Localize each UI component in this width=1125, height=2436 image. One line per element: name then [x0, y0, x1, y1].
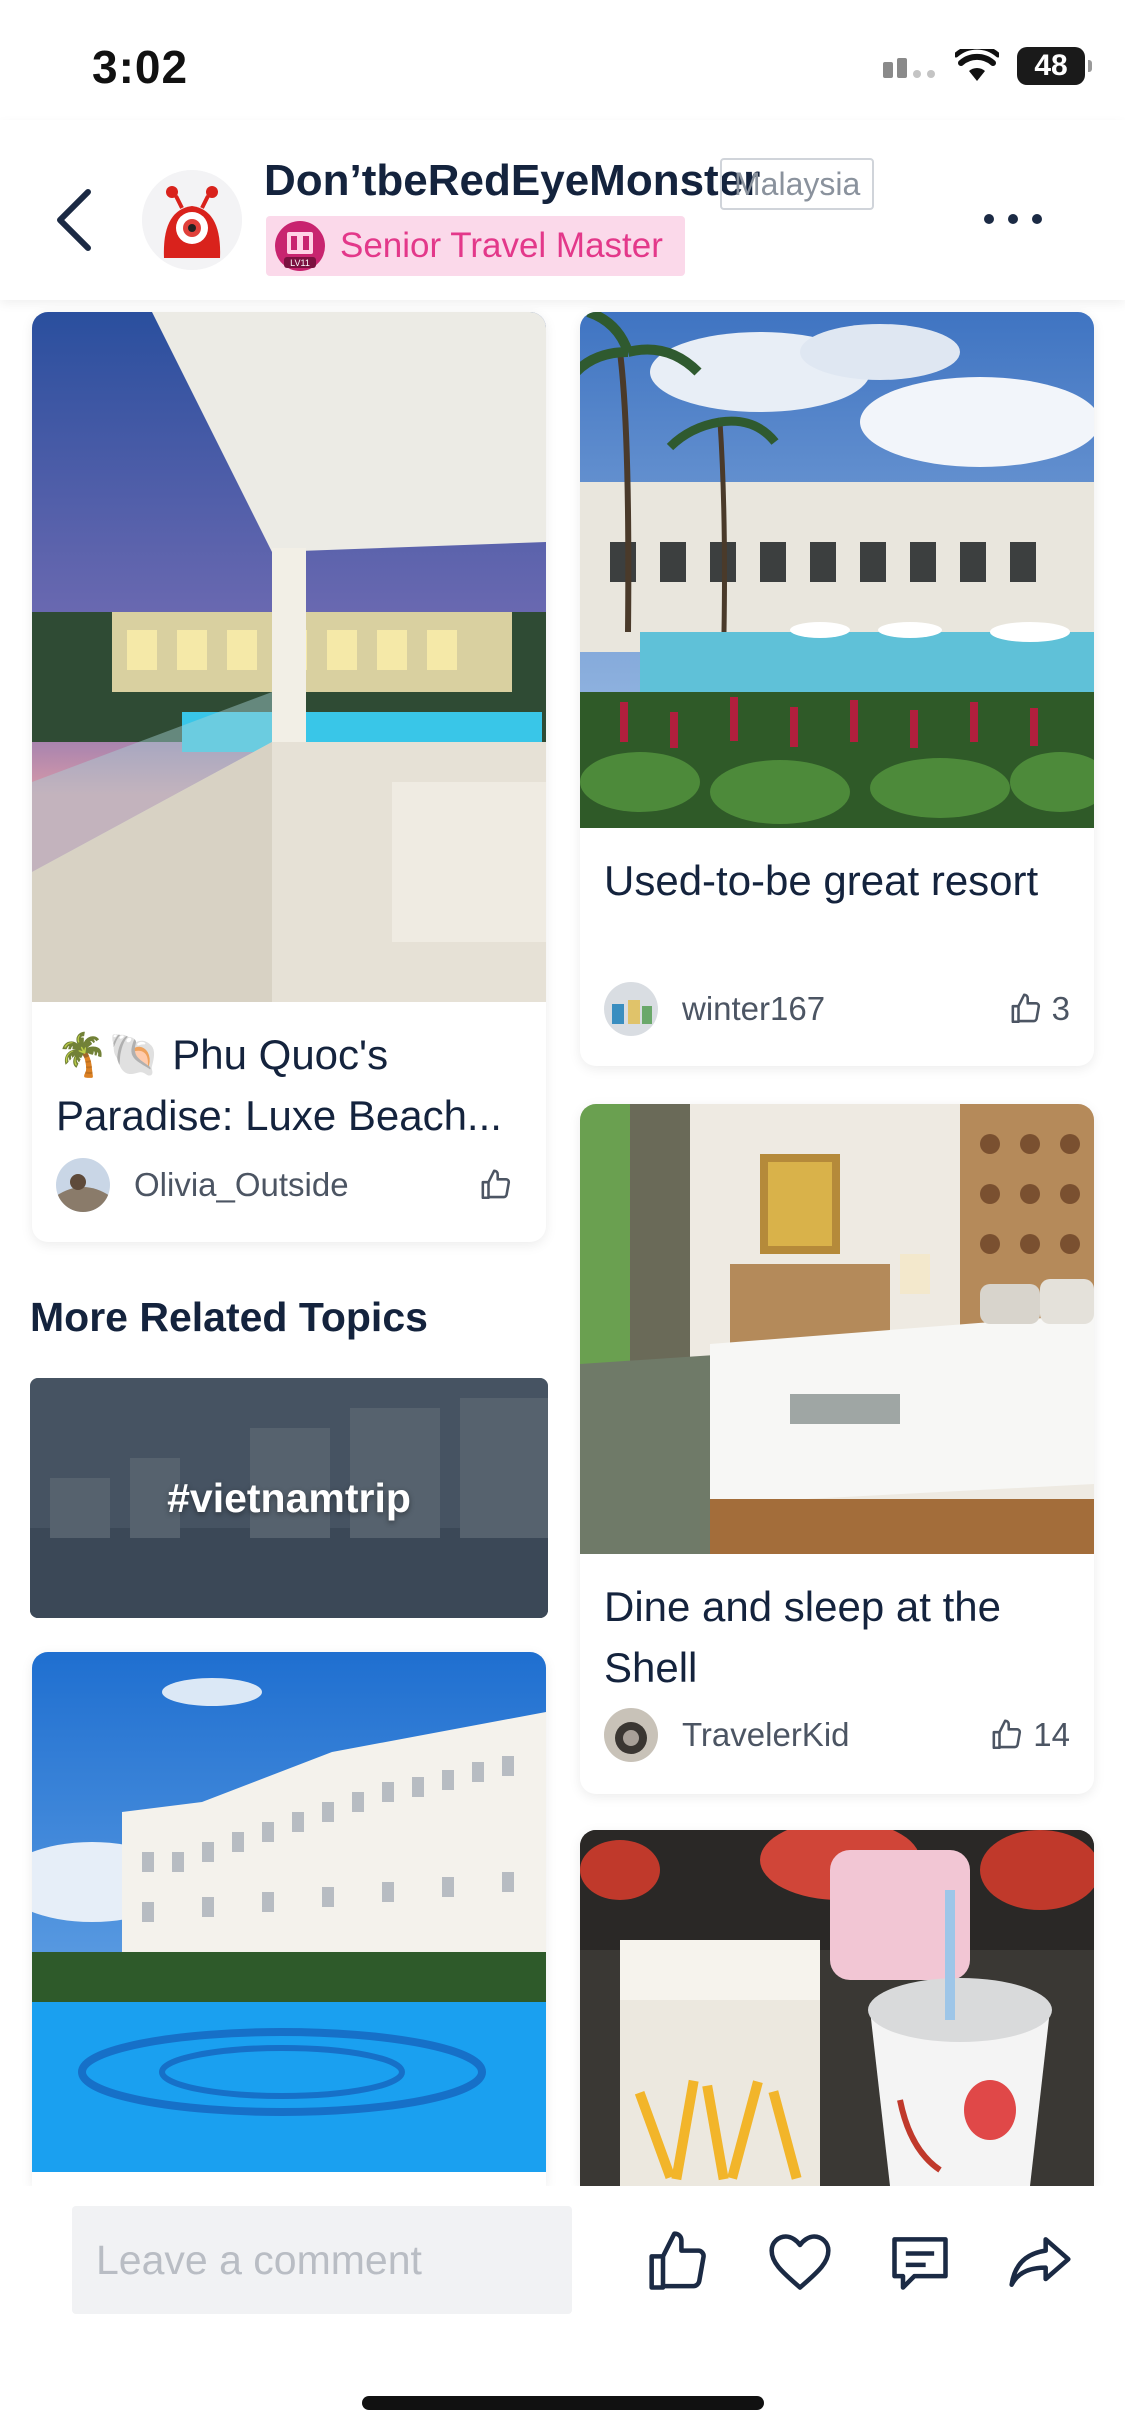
post-footer: TravelerKid 14	[604, 1708, 1070, 1762]
author-name[interactable]: Olivia_Outside	[134, 1166, 349, 1204]
back-button[interactable]	[44, 180, 104, 260]
status-time: 3:02	[92, 41, 189, 93]
post-image-hotel-pool	[32, 1652, 546, 2172]
like-post-button[interactable]	[640, 2222, 720, 2302]
post-title[interactable]: 🌴🐚 Phu Quoc's Paradise: Luxe Beach...	[56, 1024, 522, 1146]
level-badge-icon: LV11	[275, 221, 325, 271]
like-button[interactable]: 14	[991, 1716, 1070, 1754]
like-count: 3	[1051, 990, 1070, 1027]
user-name[interactable]: Don’tbeRedEyeMonster	[264, 156, 760, 206]
profile-header: Don’tbeRedEyeMonster Malaysia LV11 Senio…	[0, 120, 1125, 300]
avatar[interactable]	[142, 170, 242, 270]
chevron-left-icon	[57, 189, 91, 251]
like-button[interactable]	[480, 1168, 522, 1202]
thumbs-up-icon	[481, 1169, 511, 1200]
author-name[interactable]: winter167	[682, 990, 825, 1028]
author-name[interactable]: TravelerKid	[682, 1716, 850, 1754]
post-image-resort-pool	[580, 312, 1094, 828]
ellipsis-icon-dot	[1008, 214, 1018, 224]
comment-input[interactable]	[72, 2206, 572, 2314]
post-footer: winter167 3	[604, 982, 1070, 1036]
ellipsis-icon-dot	[1032, 214, 1042, 224]
country-badge: Malaysia	[720, 158, 875, 210]
topic-label: #vietnamtrip	[167, 1474, 411, 1521]
level-badge-icon-text: LV11	[290, 258, 310, 268]
share-arrow-icon	[1009, 2237, 1071, 2287]
more-options-button[interactable]	[984, 204, 1064, 234]
level-badge-label: Senior Travel Master	[340, 226, 663, 265]
post-image-hotel-bedroom	[580, 1104, 1094, 1554]
author-avatar[interactable]	[604, 1708, 658, 1762]
topic-tile[interactable]: #vietnamtrip	[30, 1378, 548, 1618]
author-avatar[interactable]	[56, 1158, 110, 1212]
related-topics-title: More Related Topics	[30, 1294, 428, 1340]
home-indicator[interactable]	[362, 2396, 764, 2410]
status-icons: 48	[883, 44, 1092, 88]
post-card[interactable]: 🌴🐚 Phu Quoc's Paradise: Luxe Beach... Ol…	[32, 312, 546, 1242]
cellular-signal-icon	[883, 58, 935, 78]
comment-button[interactable]	[880, 2222, 960, 2302]
post-card[interactable]	[580, 1830, 1094, 2186]
comment-icon	[892, 2237, 948, 2290]
thumbs-up-icon	[1011, 993, 1040, 1024]
post-image-resort-balcony	[32, 312, 546, 1002]
post-image-fast-food	[580, 1830, 1094, 2186]
thumbs-up-icon	[992, 1719, 1022, 1750]
post-title[interactable]: Dine and sleep at the Shell	[604, 1576, 1070, 1698]
favorite-button[interactable]	[760, 2222, 840, 2302]
wifi-icon	[955, 49, 999, 81]
share-button[interactable]	[1000, 2222, 1080, 2302]
battery-indicator: 48	[1017, 47, 1092, 85]
like-button[interactable]: 3	[1010, 990, 1070, 1028]
post-card[interactable]: Used-to-be great resort winter167 3	[580, 312, 1094, 1066]
thumbs-up-icon	[649, 2231, 706, 2290]
like-count: 14	[1033, 1716, 1070, 1753]
post-card[interactable]	[32, 1652, 546, 2186]
author-avatar[interactable]	[604, 982, 658, 1036]
level-badge[interactable]: LV11 Senior Travel Master	[266, 216, 685, 276]
heart-icon	[769, 2234, 831, 2290]
ellipsis-icon-dot	[984, 214, 994, 224]
post-card[interactable]: Dine and sleep at the Shell TravelerKid …	[580, 1104, 1094, 1794]
post-title[interactable]: Used-to-be great resort	[604, 850, 1070, 972]
red-monster-avatar-icon	[142, 170, 242, 270]
post-footer: Olivia_Outside	[56, 1158, 522, 1212]
